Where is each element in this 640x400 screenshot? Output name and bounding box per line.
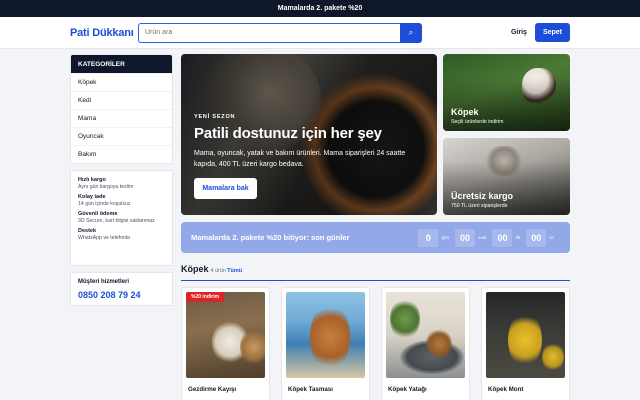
product-image xyxy=(286,292,365,378)
header-actions: Giriş Sepet xyxy=(511,23,570,42)
search-input[interactable] xyxy=(138,22,400,43)
search-icon: ⌕ xyxy=(408,27,414,37)
countdown-unit: saat xyxy=(477,235,487,240)
product-grid: %20 indirim Gezdirme Kayışı Köpek Tasmas… xyxy=(181,287,570,400)
product-image xyxy=(486,292,565,378)
login-link[interactable]: Giriş xyxy=(511,29,527,36)
customer-service: Müşteri hizmetleri 0850 208 79 24 xyxy=(70,272,173,306)
promo-card-free-shipping[interactable]: Ücretsiz kargo 750 TL üzeri siparişlerde xyxy=(443,138,570,215)
info-desc: WhatsApp ve telefonla xyxy=(78,235,130,241)
info-title: Destek xyxy=(78,228,97,234)
customer-service-phone[interactable]: 0850 208 79 24 xyxy=(78,290,165,300)
promo-subtitle: Seçili ürünlerde indirim xyxy=(451,119,504,125)
announcement-bar: Mamalarda 2. pakete %20 xyxy=(0,0,640,17)
section-title: Köpek xyxy=(181,264,209,274)
info-desc: Aynı gün kargoya teslim xyxy=(78,184,134,190)
section-header-kopek: Köpek 4 ürün Tümü xyxy=(181,264,570,281)
hero-description: Mama, oyuncak, yatak ve bakım ürünleri. … xyxy=(194,150,406,168)
section-count: 4 ürün xyxy=(210,268,227,274)
product-name: Köpek Yatağı xyxy=(388,386,427,393)
product-name: Gezdirme Kayışı xyxy=(188,386,237,393)
sidebar: KATEGORİLER Köpek Kedi Mama Oyuncak Bakı… xyxy=(70,54,173,306)
countdown-text: Mamalarda 2. pakete %20 bitiyor: son gün… xyxy=(191,233,350,242)
cart-button[interactable]: Sepet xyxy=(534,23,570,42)
info-desc: 3D Secure, kart bilgisi saklanmaz xyxy=(78,218,155,224)
announcement-text: Mamalarda 2. pakete %20 xyxy=(277,5,363,12)
countdown-minutes: 00 xyxy=(492,228,513,247)
countdown-unit: dk xyxy=(515,235,521,240)
category-item-kopek[interactable]: Köpek xyxy=(71,73,172,91)
countdown-unit: gün xyxy=(441,235,449,240)
search-button[interactable]: ⌕ xyxy=(400,22,422,43)
promo-card-kopek[interactable]: Köpek Seçili ürünlerde indirim xyxy=(443,54,570,131)
countdown-days: 0 xyxy=(418,228,439,247)
category-item-oyuncak[interactable]: Oyuncak xyxy=(71,127,172,145)
info-title: Kolay iade xyxy=(78,194,106,200)
product-card[interactable]: %20 indirim Gezdirme Kayışı xyxy=(181,287,270,400)
countdown-banner: Mamalarda 2. pakete %20 bitiyor: son gün… xyxy=(181,222,570,253)
logo[interactable]: Pati Dükkanı xyxy=(70,27,138,39)
customer-service-title: Müşteri hizmetleri xyxy=(78,279,130,285)
product-name: Köpek Tasması xyxy=(288,386,333,393)
product-image xyxy=(386,292,465,378)
promo-subtitle: 750 TL üzeri siparişlerde xyxy=(451,203,508,209)
info-title: Güvenli ödeme xyxy=(78,211,118,217)
hero-cta-button[interactable]: Mamalara bak xyxy=(194,178,257,199)
product-card[interactable]: Köpek Yatağı xyxy=(381,287,470,400)
product-name: Köpek Mont xyxy=(488,386,524,393)
category-list: KATEGORİLER Köpek Kedi Mama Oyuncak Bakı… xyxy=(70,54,173,164)
category-item-kedi[interactable]: Kedi xyxy=(71,91,172,109)
site-header: Pati Dükkanı ⌕ Giriş Sepet xyxy=(0,17,640,49)
product-card[interactable]: Köpek Mont xyxy=(481,287,570,400)
countdown-hours: 00 xyxy=(454,228,475,247)
promo-title: Köpek xyxy=(451,107,479,117)
category-item-bakim[interactable]: Bakım xyxy=(71,145,172,163)
hero-content: YENİ SEZON Patili dostunuz için her şey … xyxy=(194,114,426,199)
service-info: Hızlı kargo Aynı gün kargoya teslim Kola… xyxy=(70,170,173,266)
search-bar: ⌕ xyxy=(138,22,422,43)
hero-title: Patili dostunuz için her şey xyxy=(194,125,382,142)
countdown-seconds: 00 xyxy=(526,228,547,247)
info-desc: 14 gün içinde koşulsuz xyxy=(78,201,131,207)
hero-kicker: YENİ SEZON xyxy=(194,114,236,120)
product-card[interactable]: Köpek Tasması xyxy=(281,287,370,400)
category-item-mama[interactable]: Mama xyxy=(71,109,172,127)
category-list-title: KATEGORİLER xyxy=(71,55,172,73)
countdown-unit: sn xyxy=(549,235,554,240)
hero-banner[interactable]: YENİ SEZON Patili dostunuz için her şey … xyxy=(181,54,437,215)
promo-title: Ücretsiz kargo xyxy=(451,191,514,201)
section-view-all-link[interactable]: Tümü xyxy=(227,268,242,274)
product-image: %20 indirim xyxy=(186,292,265,378)
countdown-timer: 0 gün 00 saat 00 dk 00 sn xyxy=(418,228,560,247)
discount-badge: %20 indirim xyxy=(186,292,225,302)
info-title: Hızlı kargo xyxy=(78,177,106,183)
